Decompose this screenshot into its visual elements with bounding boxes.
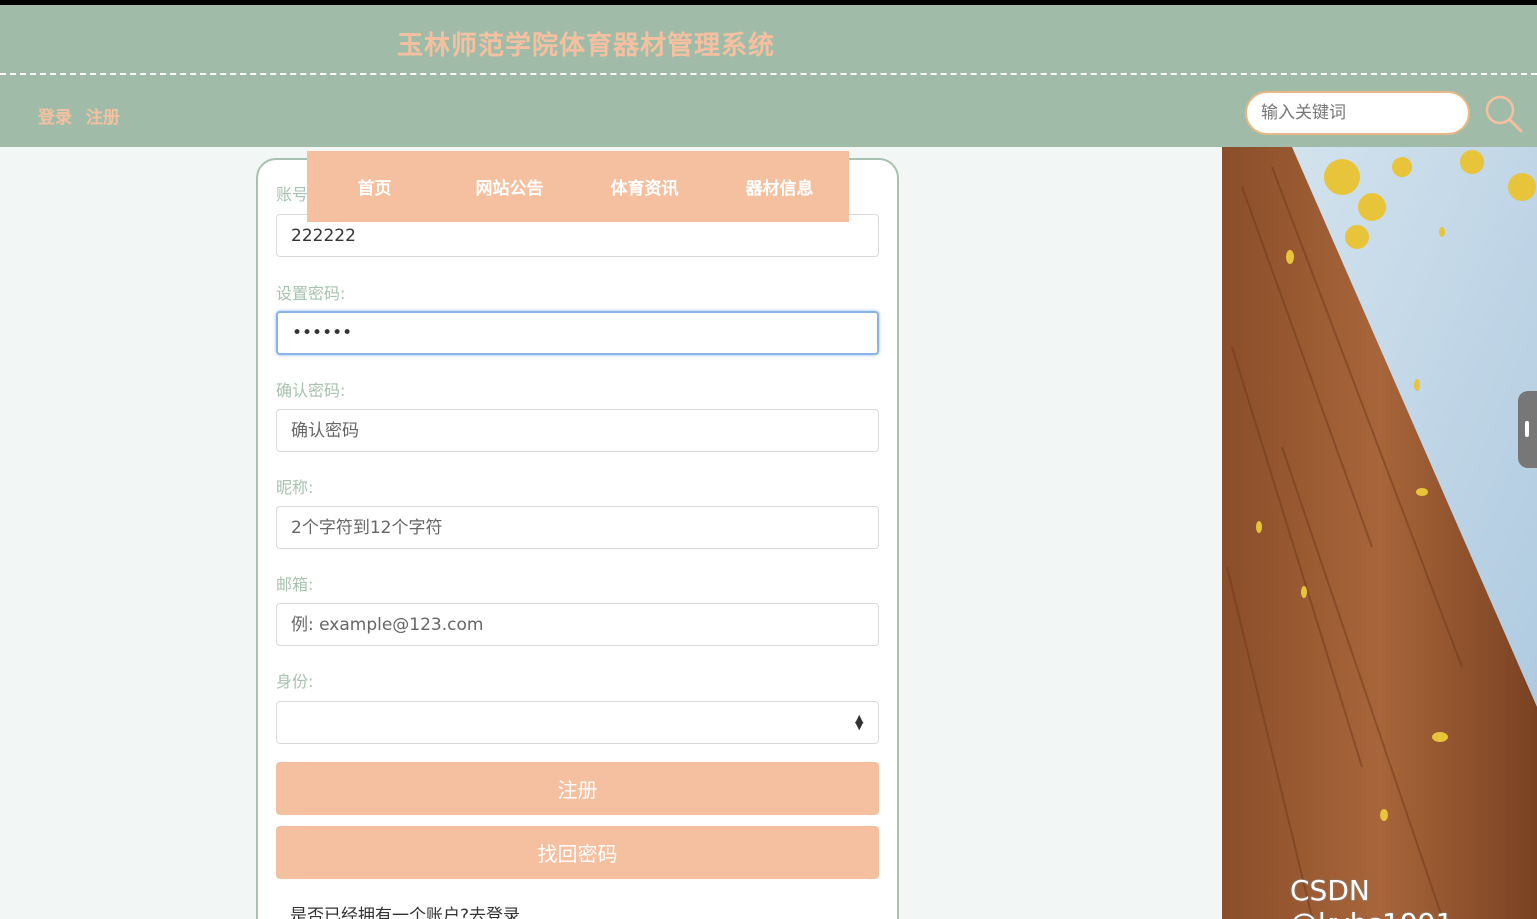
header-divider [0,73,1537,75]
nav-item-equipment[interactable]: 器材信息 [712,174,847,199]
go-login-link[interactable]: 是否已经拥有一个账户?去登录 [290,901,520,919]
email-label: 邮箱: [276,575,314,594]
decorative-tree-image [1222,147,1537,919]
password-label: 设置密码: [276,284,346,303]
recover-password-button[interactable]: 找回密码 [276,826,879,879]
nav-item-sports-news[interactable]: 体育资讯 [577,174,712,199]
watermark: CSDN @kybs1991 [1290,874,1453,919]
confirm-password-field[interactable] [276,409,879,452]
select-updown-icon: ▲ ▼ [855,712,864,732]
identity-label: 身份: [276,672,314,691]
site-title: 玉林师范学院体育器材管理系统 [397,31,776,61]
email-field[interactable] [276,603,879,646]
search-icon[interactable] [1484,94,1524,134]
main-nav: 首页 网站公告 体育资讯 器材信息 [307,151,849,222]
register-link[interactable]: 注册 [86,108,120,128]
nav-item-announcements[interactable]: 网站公告 [442,174,577,199]
identity-select[interactable] [276,701,879,744]
nickname-field[interactable] [276,506,879,549]
nickname-label: 昵称: [276,478,314,497]
confirm-password-label: 确认密码: [276,381,346,400]
search-input[interactable] [1245,91,1470,135]
auth-links: 登录 注册 [38,103,128,128]
password-field[interactable] [276,311,879,355]
nav-item-home[interactable]: 首页 [307,174,442,199]
register-button[interactable]: 注册 [276,762,879,815]
login-link[interactable]: 登录 [38,108,72,128]
side-scroll-handle[interactable] [1518,391,1537,468]
